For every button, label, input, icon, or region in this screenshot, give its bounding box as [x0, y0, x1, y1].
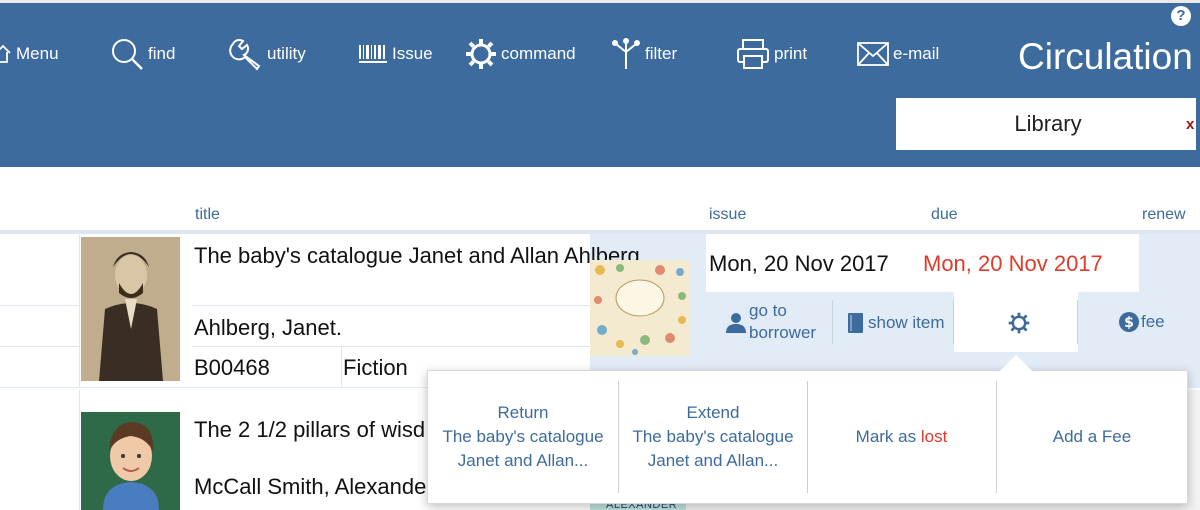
cell-divider	[192, 346, 590, 347]
command-button[interactable]: command	[465, 36, 576, 72]
row-command-button[interactable]	[954, 292, 1078, 352]
row-command-menu: Return The baby's catalogue Janet and Al…	[427, 370, 1188, 504]
return-label: Return	[497, 403, 549, 422]
page-title: Circulation	[1018, 36, 1193, 77]
user-icon	[726, 313, 746, 333]
cell-divider	[79, 234, 80, 387]
column-header-renew[interactable]: renew	[1142, 206, 1186, 224]
add-fee-menu-item[interactable]: Add a Fee	[996, 381, 1188, 493]
cell-divider	[0, 346, 80, 347]
envelope-icon	[857, 42, 889, 66]
column-header-issue[interactable]: issue	[709, 206, 746, 224]
dollar-icon: $	[1119, 312, 1139, 332]
action-divider	[832, 300, 833, 344]
close-icon[interactable]: x	[1186, 116, 1194, 133]
item-category: Fiction	[343, 355, 408, 380]
print-button[interactable]: print	[736, 36, 807, 72]
extend-menu-item[interactable]: Extend The baby's catalogue Janet and Al…	[618, 381, 808, 493]
wrench-icon	[229, 38, 261, 71]
svg-text:$: $	[1124, 315, 1134, 331]
cell-divider	[192, 305, 590, 306]
menu-button[interactable]: Menu	[0, 36, 59, 72]
item-author: Ahlberg, Janet.	[194, 315, 342, 340]
book-cover[interactable]	[590, 260, 690, 356]
fee-button[interactable]: $ fee	[1119, 312, 1165, 332]
email-button[interactable]: e-mail	[857, 36, 939, 72]
printer-icon	[737, 39, 769, 69]
menu-label: Menu	[16, 44, 59, 63]
lost-label: lost	[920, 427, 948, 446]
mark-as-lost-menu-item[interactable]: Mark as lost	[807, 381, 996, 493]
cell-divider	[0, 305, 80, 306]
extend-item-name: The baby's catalogue Janet and Allan...	[632, 427, 794, 470]
toolbar-top-edge	[0, 0, 1200, 3]
book-icon	[848, 313, 863, 333]
filter-label: filter	[645, 44, 678, 63]
filter-button[interactable]: filter	[611, 36, 677, 72]
home-icon	[0, 44, 11, 63]
issue-label: Issue	[392, 44, 433, 63]
command-label: command	[501, 44, 576, 63]
borrower-photo[interactable]	[81, 412, 180, 510]
column-header-title[interactable]: title	[195, 206, 220, 224]
item-author: McCall Smith, Alexander	[194, 474, 434, 499]
filter-icon	[612, 38, 640, 69]
issue-date: Mon, 20 Nov 2017	[709, 251, 889, 276]
print-label: print	[774, 44, 808, 63]
gear-icon	[1008, 312, 1030, 334]
item-title[interactable]: The 2 1/2 pillars of wisd	[194, 415, 425, 445]
help-icon[interactable]: ?	[1171, 6, 1191, 26]
return-item-name: The baby's catalogue Janet and Allan...	[442, 427, 604, 470]
borrower-photo[interactable]	[81, 237, 180, 381]
find-label: find	[148, 44, 176, 63]
context-label: Library	[1014, 111, 1082, 136]
barcode-icon	[359, 45, 387, 63]
show-item-button[interactable]: show item	[847, 312, 945, 334]
column-header-due[interactable]: due	[931, 206, 958, 224]
utility-label: utility	[267, 44, 306, 63]
context-selector[interactable]: Library	[896, 98, 1196, 150]
email-label: e-mail	[893, 44, 940, 63]
return-menu-item[interactable]: Return The baby's catalogue Janet and Al…	[428, 381, 618, 493]
item-title[interactable]: The baby's catalogue Janet and Allan Ahl…	[194, 241, 646, 271]
cell-divider	[79, 390, 80, 510]
due-date: Mon, 20 Nov 2017	[923, 251, 1103, 276]
add-fee-label: Add a Fee	[1052, 427, 1132, 446]
show-item-label: show item	[868, 313, 945, 332]
search-icon	[112, 39, 143, 70]
action-divider	[1077, 300, 1078, 344]
cell-divider	[341, 347, 342, 387]
issue-button[interactable]: Issue	[358, 36, 433, 72]
go-to-borrower-label: go to borrower	[749, 301, 817, 342]
utility-button[interactable]: utility	[229, 36, 306, 72]
go-to-borrower-button[interactable]: go to borrower	[725, 300, 835, 344]
gear-icon	[466, 39, 496, 69]
item-barcode: B00468	[194, 355, 270, 380]
mark-as-label: Mark as	[855, 427, 917, 446]
mark-as-lost-text: Mark as lost	[856, 425, 948, 449]
fee-label: fee	[1141, 312, 1165, 331]
find-button[interactable]: find	[110, 36, 175, 72]
popup-arrow	[1000, 355, 1032, 371]
extend-label: Extend	[686, 403, 740, 422]
